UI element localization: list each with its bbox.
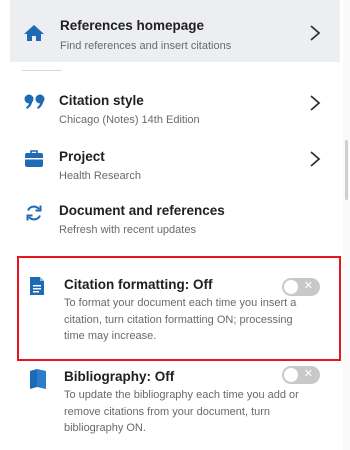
- chevron-right-icon: [308, 94, 322, 112]
- citation-formatting-item: Citation formatting: Off To format your …: [0, 268, 340, 356]
- scrollbar-thumb[interactable]: [345, 140, 348, 200]
- project-title: Project: [59, 149, 105, 164]
- references-homepage-title: References homepage: [60, 18, 205, 33]
- citation-style-item[interactable]: Citation style Chicago (Notes) 14th Edit…: [0, 86, 340, 130]
- sync-icon: [25, 204, 43, 227]
- document-references-title: Document and references: [59, 203, 225, 218]
- home-icon: [23, 24, 45, 47]
- briefcase-icon: [24, 150, 44, 173]
- bibliography-item: Bibliography: Off To update the bibliogr…: [0, 360, 340, 448]
- project-subtitle: Health Research: [59, 170, 141, 182]
- scrollbar[interactable]: [343, 0, 350, 450]
- toggle-knob: [284, 368, 298, 382]
- toggle-knob: [284, 280, 298, 294]
- document-references-subtitle: Refresh with recent updates: [59, 224, 196, 236]
- references-panel: References homepage Find references and …: [0, 0, 350, 450]
- document-icon: [29, 276, 45, 301]
- close-icon: ✕: [303, 367, 313, 380]
- section-divider: [22, 70, 62, 71]
- book-icon: [29, 368, 47, 395]
- bibliography-description: To update the bibliography each time you…: [64, 389, 299, 434]
- bibliography-toggle[interactable]: ✕: [282, 366, 320, 384]
- document-references-item[interactable]: Document and references Refresh with rec…: [0, 196, 340, 240]
- citation-formatting-title: Citation formatting: Off: [64, 277, 213, 292]
- citation-formatting-toggle[interactable]: ✕: [282, 278, 320, 296]
- citation-formatting-description: To format your document each time you in…: [64, 297, 297, 342]
- quote-icon: [23, 94, 47, 115]
- references-homepage-subtitle: Find references and insert citations: [60, 40, 232, 52]
- references-homepage-button[interactable]: References homepage Find references and …: [10, 0, 340, 62]
- chevron-right-icon: [308, 24, 322, 42]
- bibliography-title: Bibliography: Off: [64, 369, 175, 384]
- chevron-right-icon: [308, 150, 322, 168]
- citation-style-title: Citation style: [59, 93, 144, 108]
- close-icon: ✕: [303, 279, 313, 292]
- citation-style-subtitle: Chicago (Notes) 14th Edition: [59, 114, 200, 126]
- project-item[interactable]: Project Health Research: [0, 142, 340, 186]
